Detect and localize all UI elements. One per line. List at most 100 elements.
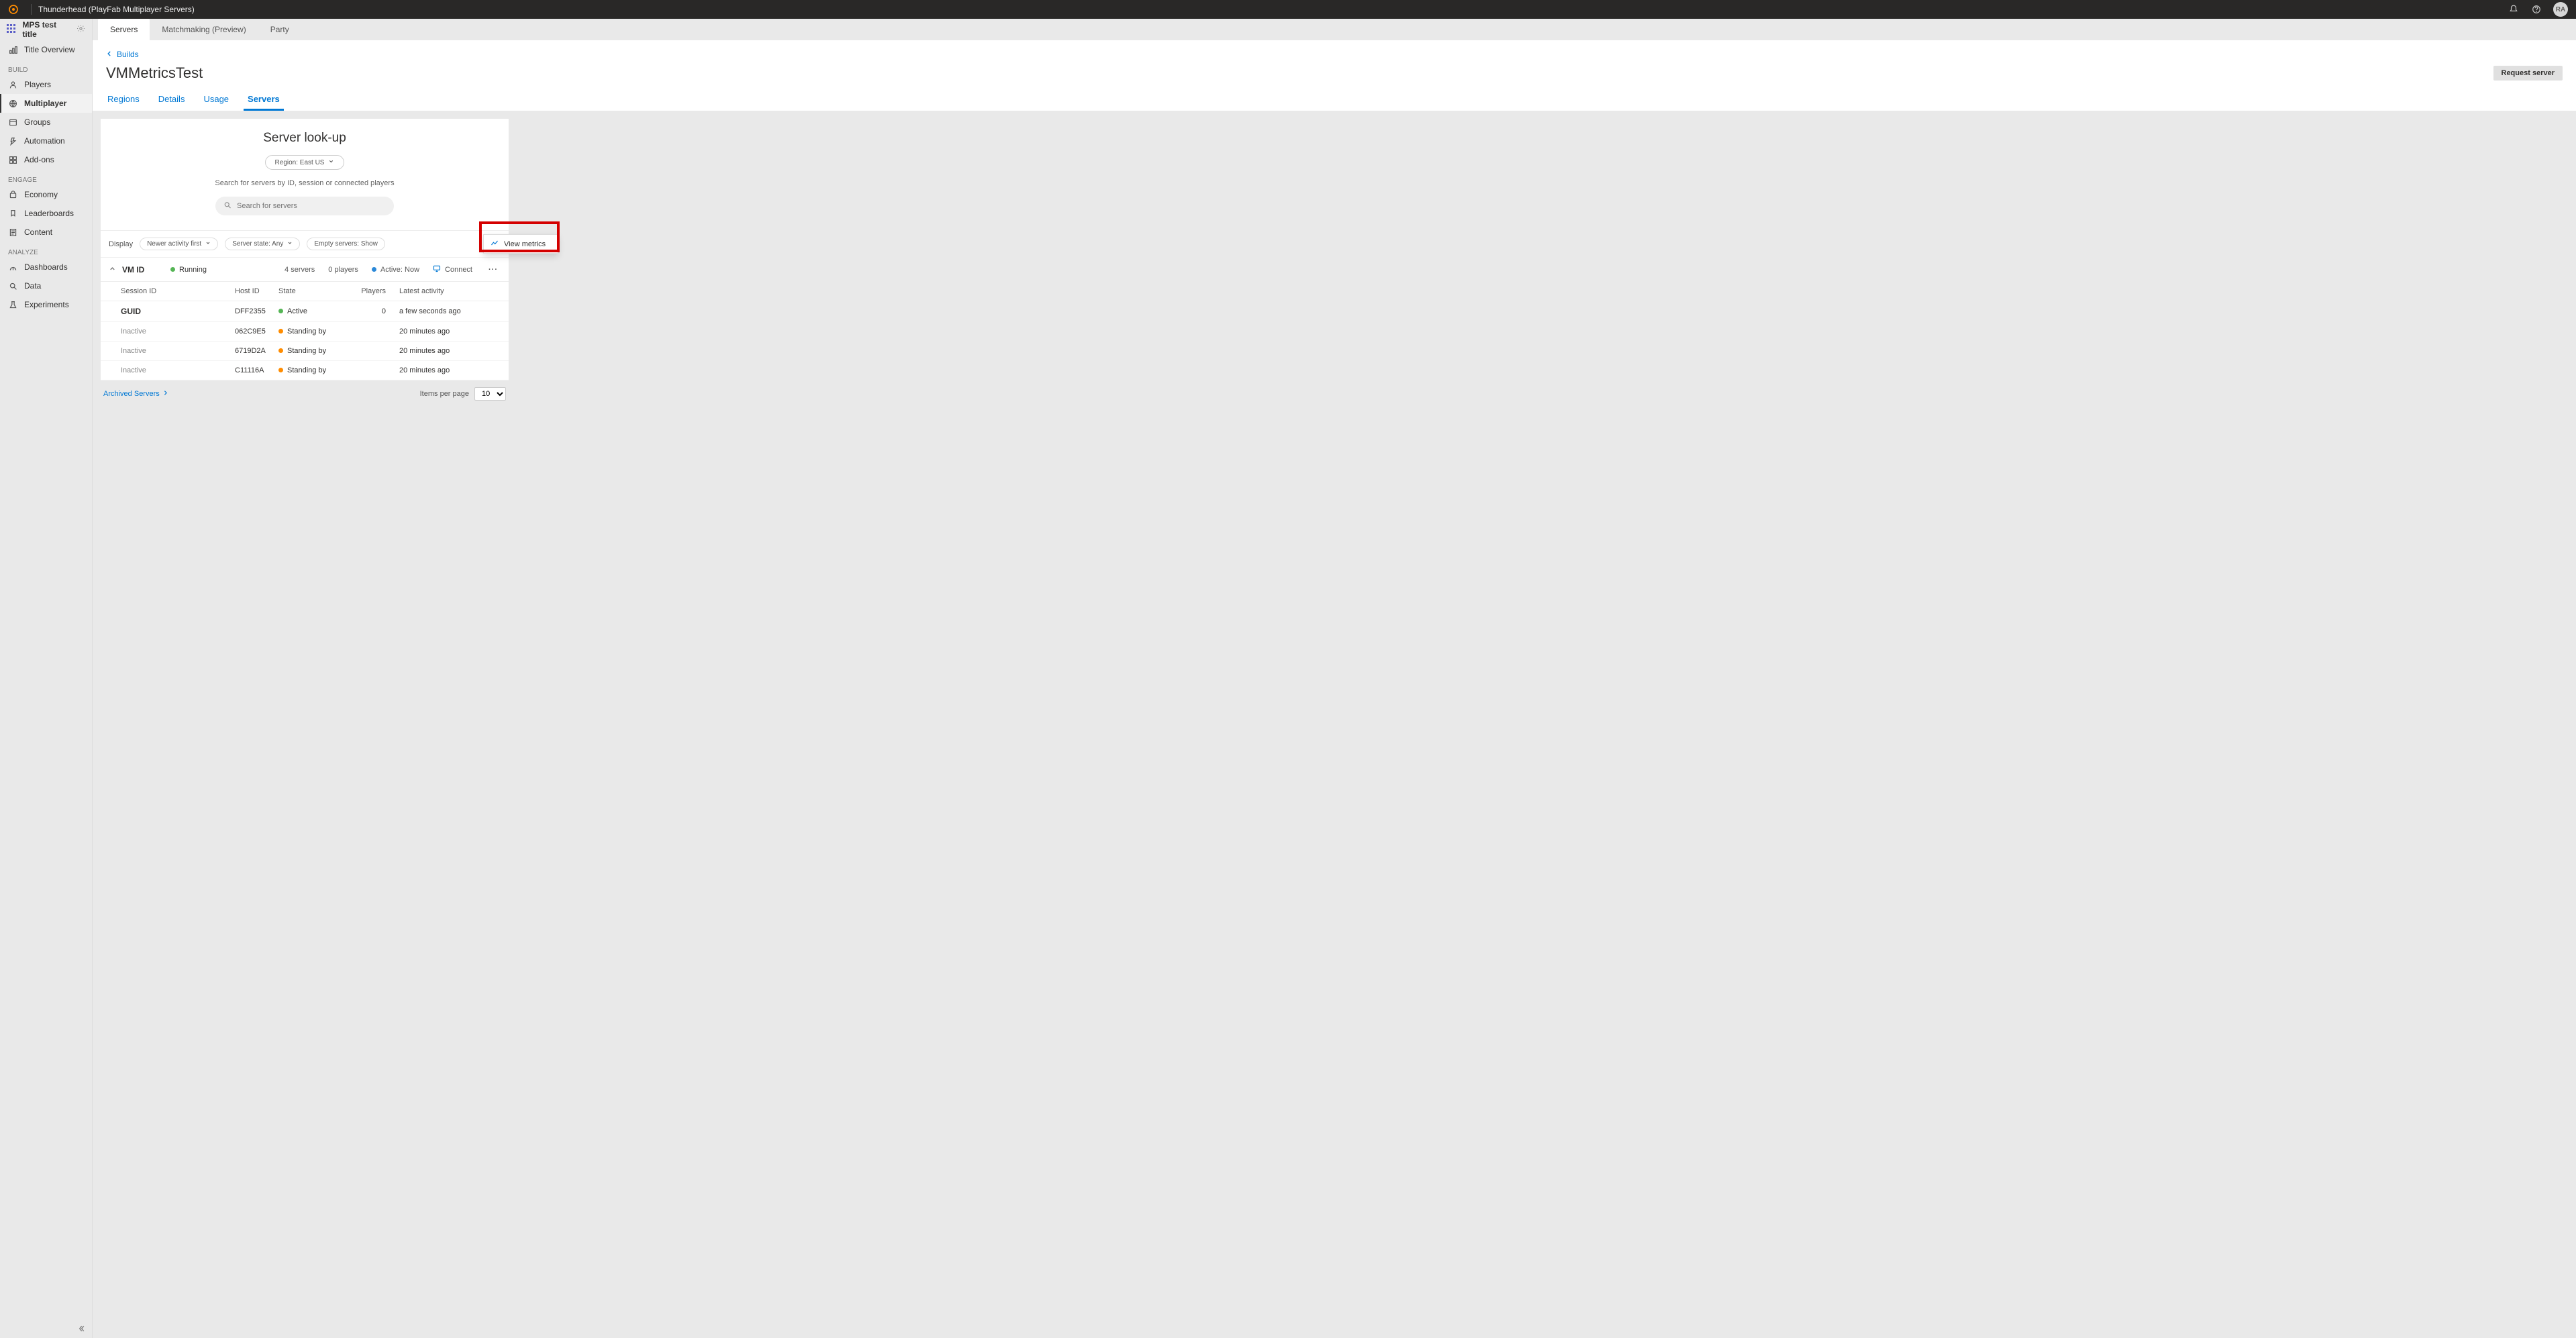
sidebar-item-addons[interactable]: Add-ons (0, 150, 92, 169)
cell-host: C11116A (235, 366, 278, 374)
subtab-servers[interactable]: Servers (246, 90, 281, 111)
tab-servers[interactable]: Servers (98, 19, 150, 40)
table-row[interactable]: GUID DFF2355 Active 0 a few seconds ago (101, 301, 509, 322)
sidebar-item-label: Data (24, 281, 41, 291)
avatar[interactable]: RA (2553, 2, 2568, 17)
items-per-page-select[interactable]: 10 (474, 387, 506, 401)
data-icon (8, 281, 17, 291)
subtab-usage[interactable]: Usage (202, 90, 230, 111)
sidebar-item-multiplayer[interactable]: Multiplayer (0, 94, 92, 113)
sidebar-item-players[interactable]: Players (0, 75, 92, 94)
filter-server-state[interactable]: Server state: Any (225, 238, 300, 250)
request-server-button[interactable]: Request server (2493, 66, 2563, 81)
status-dot-icon (372, 267, 376, 272)
vm-players-count: 0 players (328, 266, 358, 274)
servers-card: Server look-up Region: East US Search fo… (101, 119, 509, 380)
sidebar-item-title-overview[interactable]: Title Overview (0, 40, 92, 59)
expand-toggle[interactable] (109, 265, 118, 274)
content-header: Builds VMMetricsTest Request server Regi… (93, 40, 2576, 111)
addons-icon (8, 155, 17, 164)
lookup-title: Server look-up (101, 131, 509, 146)
tab-matchmaking[interactable]: Matchmaking (Preview) (150, 19, 258, 40)
sidebar-item-label: Title Overview (24, 45, 75, 54)
lookup-hint: Search for servers by ID, session or con… (101, 179, 509, 187)
title-selector[interactable]: MPS test title (0, 19, 92, 40)
dashboards-icon (8, 262, 17, 272)
filter-newer-activity[interactable]: Newer activity first (140, 238, 218, 250)
notifications-icon[interactable] (2508, 3, 2520, 15)
status-dot-icon (278, 329, 283, 333)
cell-state: Active (278, 307, 352, 315)
sidebar-item-label: Groups (24, 117, 50, 127)
cell-session: GUID (121, 307, 235, 316)
breadcrumb-back[interactable]: Builds (106, 47, 2563, 62)
groups-icon (8, 117, 17, 127)
economy-icon (8, 190, 17, 199)
sidebar-item-label: Players (24, 80, 51, 89)
sidebar-item-experiments[interactable]: Experiments (0, 295, 92, 314)
tab-party[interactable]: Party (258, 19, 301, 40)
title-grid-icon (7, 24, 17, 35)
page-title: VMMetricsTest (106, 64, 203, 82)
connect-button[interactable]: Connect (433, 264, 472, 274)
cell-host: 6719D2A (235, 347, 278, 355)
table-row[interactable]: Inactive 062C9E5 Standing by 20 minutes … (101, 322, 509, 342)
column-headers: Session ID Host ID State Players Latest … (101, 282, 509, 301)
subtab-regions[interactable]: Regions (106, 90, 141, 111)
sidebar-item-data[interactable]: Data (0, 276, 92, 295)
cell-host: 062C9E5 (235, 327, 278, 336)
context-menu: View metrics (483, 234, 558, 254)
experiments-icon (8, 300, 17, 309)
search-input[interactable] (215, 197, 394, 215)
monitor-icon (433, 264, 441, 274)
sidebar-item-groups[interactable]: Groups (0, 113, 92, 132)
vm-servers-count: 4 servers (285, 266, 315, 274)
table-row[interactable]: Inactive 6719D2A Standing by 20 minutes … (101, 342, 509, 361)
sidebar-section-build: Build (0, 59, 92, 75)
status-dot-icon (278, 309, 283, 313)
filter-empty-servers[interactable]: Empty servers: Show (307, 238, 384, 250)
title-name: MPS test title (22, 20, 71, 39)
col-session: Session ID (121, 287, 235, 295)
cell-session: Inactive (121, 347, 235, 355)
cell-activity: a few seconds ago (386, 307, 501, 315)
col-players: Players (352, 287, 386, 295)
players-icon (8, 80, 17, 89)
menu-item-view-metrics[interactable]: View metrics (484, 235, 558, 253)
table-row[interactable]: Inactive C11116A Standing by 20 minutes … (101, 361, 509, 380)
sidebar-item-dashboards[interactable]: Dashboards (0, 258, 92, 276)
sidebar-item-economy[interactable]: Economy (0, 185, 92, 204)
separator (31, 4, 32, 15)
leaderboards-icon (8, 209, 17, 218)
playfab-logo-icon (8, 4, 19, 15)
sidebar-item-automation[interactable]: Automation (0, 132, 92, 150)
sidebar-item-label: Multiplayer (24, 99, 66, 108)
vm-status: Running (170, 266, 207, 274)
more-actions-button[interactable]: ··· (486, 266, 501, 274)
tab-strip: Servers Matchmaking (Preview) Party (93, 19, 2576, 40)
body-area: Server look-up Region: East US Search fo… (93, 111, 2576, 1338)
sidebar-item-label: Add-ons (24, 155, 54, 164)
chevron-down-icon (287, 240, 293, 248)
region-dropdown[interactable]: Region: East US (265, 155, 345, 170)
line-chart-icon (491, 239, 499, 249)
collapse-sidebar-button[interactable] (0, 1319, 92, 1338)
sidebar-item-label: Leaderboards (24, 209, 74, 218)
sidebar-item-leaderboards[interactable]: Leaderboards (0, 204, 92, 223)
sidebar-item-content[interactable]: Content (0, 223, 92, 242)
status-dot-icon (170, 267, 175, 272)
menu-item-label: View metrics (504, 240, 546, 248)
cell-state: Standing by (278, 366, 352, 374)
display-label: Display (109, 240, 133, 248)
app-title: Thunderhead (PlayFab Multiplayer Servers… (38, 5, 195, 14)
subtab-details[interactable]: Details (157, 90, 187, 111)
cell-host: DFF2355 (235, 307, 278, 315)
col-activity: Latest activity (386, 287, 501, 295)
chevron-down-icon (328, 158, 334, 166)
help-icon[interactable] (2530, 3, 2542, 15)
archived-servers-link[interactable]: Archived Servers (103, 390, 168, 398)
sidebar-section-analyze: Analyze (0, 242, 92, 258)
cell-activity: 20 minutes ago (386, 347, 501, 355)
gear-icon[interactable] (76, 24, 85, 35)
status-dot-icon (278, 368, 283, 372)
